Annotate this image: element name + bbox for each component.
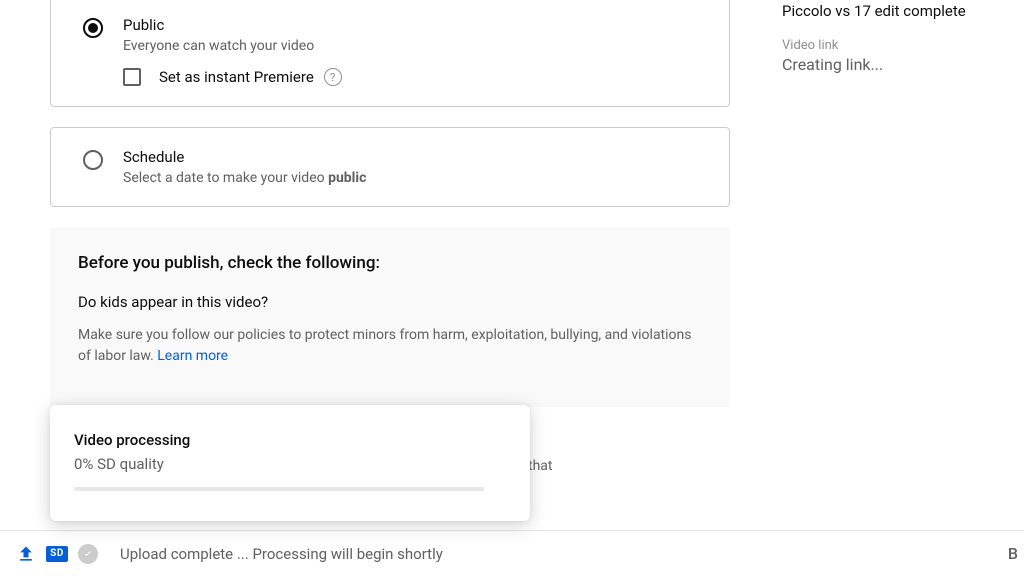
check-circle-icon — [78, 544, 98, 564]
footer-right-char: B — [1008, 544, 1018, 563]
processing-title: Video processing — [74, 431, 506, 449]
progress-bar — [74, 487, 484, 491]
checks-section: Before you publish, check the following:… — [50, 227, 730, 407]
sd-badge-text: SD — [46, 546, 68, 562]
schedule-desc-prefix: Select a date to make your video — [123, 170, 328, 186]
schedule-description: Select a date to make your video public — [123, 170, 366, 186]
help-icon[interactable]: ? — [324, 68, 342, 86]
premiere-label: Set as instant Premiere — [159, 68, 314, 86]
video-link-value: Creating link... — [782, 55, 1024, 74]
video-link-label: Video link — [782, 38, 1024, 53]
video-title: Piccolo vs 17 edit complete — [782, 2, 1024, 20]
learn-more-link[interactable]: Learn more — [157, 348, 228, 364]
schedule-option-card[interactable]: Schedule Select a date to make your vide… — [50, 127, 730, 207]
public-radio-row[interactable]: Public Everyone can watch your video — [51, 0, 729, 64]
premiere-row[interactable]: Set as instant Premiere ? — [51, 64, 729, 106]
upload-icon — [16, 544, 36, 564]
partially-hidden-text: that — [528, 458, 553, 474]
schedule-text: Schedule Select a date to make your vide… — [123, 148, 366, 186]
schedule-label: Schedule — [123, 148, 366, 166]
public-label: Public — [123, 16, 314, 34]
public-description: Everyone can watch your video — [123, 38, 314, 54]
footer-status: Upload complete ... Processing will begi… — [120, 545, 443, 563]
public-option-card: Public Everyone can watch your video Set… — [50, 0, 730, 107]
checkbox-unchecked-icon[interactable] — [123, 68, 141, 86]
side-panel: Piccolo vs 17 edit complete Video link C… — [764, 0, 1024, 74]
processing-tooltip: Video processing 0% SD quality — [50, 405, 530, 521]
main-content: Public Everyone can watch your video Set… — [50, 0, 730, 407]
kids-question: Do kids appear in this video? — [78, 293, 702, 311]
processing-status: 0% SD quality — [74, 455, 506, 473]
footer-bar: SD Upload complete ... Processing will b… — [0, 530, 1024, 576]
radio-selected-icon — [83, 18, 103, 38]
sd-badge-icon: SD — [46, 546, 68, 562]
radio-unselected-icon[interactable] — [83, 150, 103, 170]
kids-description: Make sure you follow our policies to pro… — [78, 325, 702, 367]
checks-heading: Before you publish, check the following: — [78, 253, 702, 273]
public-text: Public Everyone can watch your video — [123, 16, 314, 54]
schedule-desc-bold: public — [328, 170, 366, 186]
